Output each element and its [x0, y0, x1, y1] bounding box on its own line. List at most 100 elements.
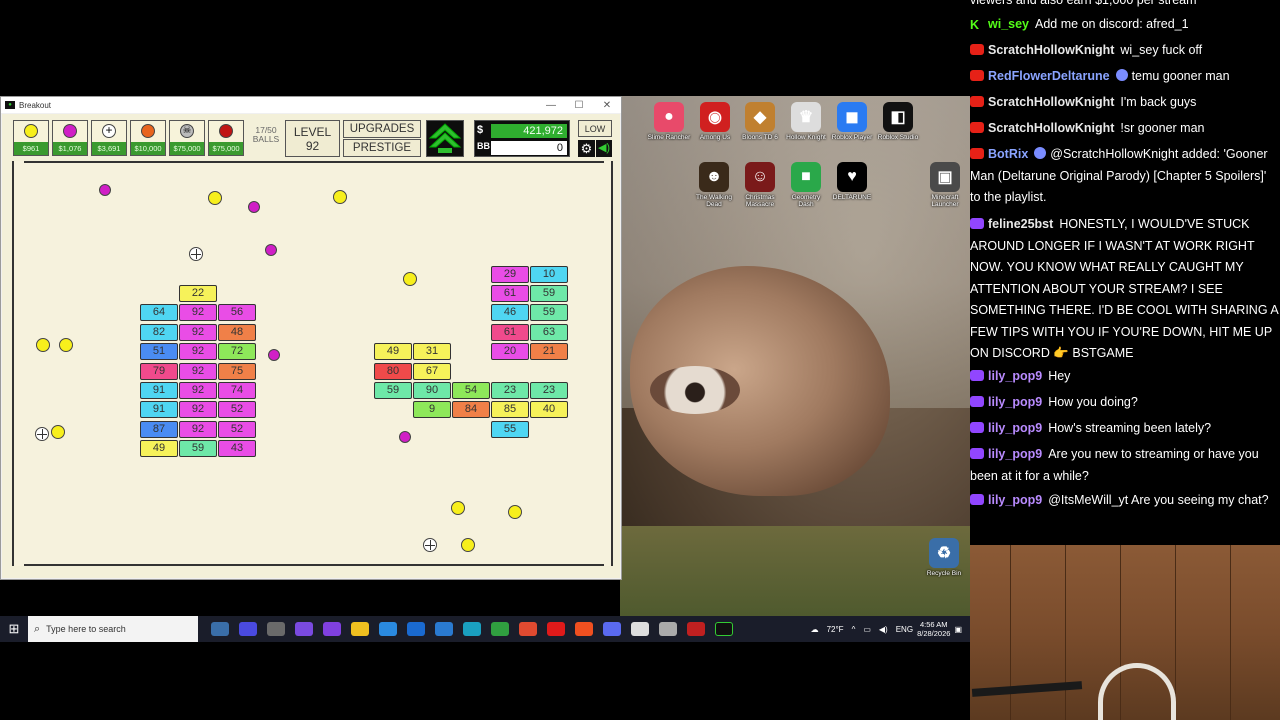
store-icon[interactable] — [435, 622, 453, 636]
shop-sniper-ball-button[interactable]: + $3,691 — [91, 120, 127, 156]
chat-username[interactable]: lily_pop9 — [988, 447, 1042, 461]
brick[interactable]: 63 — [530, 323, 568, 341]
discord-icon[interactable] — [603, 622, 621, 636]
chat-username[interactable]: RedFlowerDeltarune — [988, 69, 1110, 83]
brick[interactable]: 85 — [491, 401, 529, 419]
brick[interactable]: 46 — [491, 304, 529, 322]
desktop-shortcut[interactable]: ♥ DELTARUNE — [830, 162, 874, 201]
brick[interactable]: 87 — [140, 420, 178, 438]
app-icon-5[interactable] — [379, 622, 397, 636]
edge-icon[interactable] — [463, 622, 481, 636]
brick[interactable]: 92 — [179, 362, 217, 380]
low-quality-button[interactable]: LOW — [578, 120, 612, 137]
brick[interactable]: 92 — [179, 420, 217, 438]
shop-basic-ball-button[interactable]: $961 — [13, 120, 49, 156]
brick[interactable]: 40 — [530, 401, 568, 419]
reddit-icon[interactable] — [575, 622, 593, 636]
weather-temp[interactable]: 72°F — [827, 625, 844, 634]
brick[interactable]: 23 — [491, 382, 529, 399]
taskbar-search[interactable]: ⌕ Type here to search — [28, 616, 198, 642]
drive-icon[interactable] — [491, 622, 509, 636]
title-bar[interactable]: ● Breakout — ☐ ✕ — [1, 97, 621, 113]
brick[interactable]: 59 — [530, 304, 568, 322]
brick[interactable]: 92 — [179, 304, 217, 322]
brick[interactable]: 91 — [140, 401, 178, 419]
shop-cannon-ball-button[interactable]: ☠ $75,000 — [169, 120, 205, 156]
shop-scatter-ball-button[interactable]: $10,000 — [130, 120, 166, 156]
settings-gear-icon[interactable]: ⚙ — [578, 140, 595, 157]
desktop-shortcut[interactable]: ▣ Minecraft Launcher — [923, 162, 967, 208]
level-up-button[interactable] — [426, 120, 464, 157]
prestige-button[interactable]: PRESTIGE — [343, 139, 421, 157]
brick[interactable]: 56 — [218, 304, 256, 322]
brick[interactable]: 49 — [374, 343, 412, 361]
volume-icon[interactable]: ◀) — [879, 625, 888, 634]
maximize-button[interactable]: ☐ — [565, 100, 593, 111]
brick[interactable]: 43 — [218, 440, 256, 458]
brick[interactable]: 10 — [530, 265, 568, 283]
desktop-shortcut[interactable]: ● Slime Rancher — [647, 102, 691, 141]
brick[interactable]: 61 — [491, 285, 529, 302]
windows-start-icon[interactable]: ⊞ — [0, 621, 28, 637]
file-explorer-icon[interactable] — [351, 622, 369, 636]
chat-username[interactable]: lily_pop9 — [988, 421, 1042, 435]
brick[interactable]: 72 — [218, 343, 256, 361]
close-button[interactable]: ✕ — [593, 100, 621, 111]
brick[interactable]: 91 — [140, 382, 178, 399]
chat-username[interactable]: BotRix — [988, 147, 1028, 161]
brick[interactable]: 67 — [413, 362, 451, 380]
desktop-shortcut[interactable]: ◧ Roblox Studio — [876, 102, 920, 141]
notepad-icon[interactable] — [631, 622, 649, 636]
chat-username[interactable]: feline25bst — [988, 217, 1053, 231]
minimize-button[interactable]: — — [537, 100, 565, 111]
desktop-shortcut[interactable]: ♛ Hollow Knight — [784, 102, 828, 141]
chrome-icon[interactable] — [519, 622, 537, 636]
task-view-icon[interactable] — [211, 622, 229, 636]
brick[interactable]: 59 — [374, 382, 412, 399]
chat-username[interactable]: lily_pop9 — [988, 395, 1042, 409]
app-icon-2[interactable] — [267, 622, 285, 636]
brick[interactable]: 55 — [491, 420, 529, 438]
brick[interactable]: 92 — [179, 343, 217, 361]
desktop-shortcut[interactable]: ☺ Christmas Massacre — [738, 162, 782, 208]
brick[interactable]: 20 — [491, 343, 529, 361]
desktop-shortcut[interactable]: ■ Geometry Dash — [784, 162, 828, 208]
brick[interactable]: 75 — [218, 362, 256, 380]
chat-username[interactable]: ScratchHollowKnight — [988, 43, 1114, 57]
youtube-icon[interactable] — [547, 622, 565, 636]
desktop-shortcut[interactable]: ◼ Roblox Player — [830, 102, 874, 141]
desktop-shortcut[interactable]: ◆ Bloons TD 6 — [738, 102, 782, 141]
desktop-shortcut[interactable]: ◉ Among Us — [693, 102, 737, 141]
language-indicator[interactable]: ENG — [896, 625, 913, 634]
brick[interactable]: 21 — [530, 343, 568, 361]
level-selector[interactable]: LEVEL 92 — [285, 120, 340, 157]
brick[interactable]: 9 — [413, 401, 451, 419]
weather-icon[interactable]: ☁ — [811, 625, 819, 634]
shop-plasma-ball-button[interactable]: $1,076 — [52, 120, 88, 156]
brick[interactable]: 90 — [413, 382, 451, 399]
chevron-up-icon[interactable]: ^ — [852, 625, 856, 634]
brick[interactable]: 92 — [179, 401, 217, 419]
brick[interactable]: 79 — [140, 362, 178, 380]
brick[interactable]: 82 — [140, 323, 178, 341]
network-icon[interactable]: ▭ — [863, 625, 871, 634]
brick[interactable]: 92 — [179, 323, 217, 341]
brick[interactable]: 23 — [530, 382, 568, 399]
chat-username[interactable]: wi_sey — [988, 17, 1029, 31]
brick[interactable]: 52 — [218, 420, 256, 438]
play-field[interactable]: 22 64 92 56 82 92 48 51 92 72 79 92 75 91 92 74 91 92 52 87… — [12, 161, 613, 566]
obs-icon[interactable] — [687, 622, 705, 636]
brick[interactable]: 80 — [374, 362, 412, 380]
desktop-shortcut[interactable]: ☻ The Walking Dead — [692, 162, 736, 208]
brick[interactable]: 92 — [179, 382, 217, 399]
settings-icon[interactable] — [659, 622, 677, 636]
brick[interactable]: 84 — [452, 401, 490, 419]
brick[interactable]: 54 — [452, 382, 490, 399]
app-icon-3[interactable] — [295, 622, 313, 636]
brick[interactable]: 59 — [530, 285, 568, 302]
brick[interactable]: 48 — [218, 323, 256, 341]
desktop-shortcut[interactable]: ♻ Recycle Bin — [922, 538, 966, 577]
brick[interactable]: 29 — [491, 265, 529, 283]
notifications-icon[interactable]: ▣ — [954, 625, 962, 634]
upgrades-button[interactable]: UPGRADES — [343, 120, 421, 138]
